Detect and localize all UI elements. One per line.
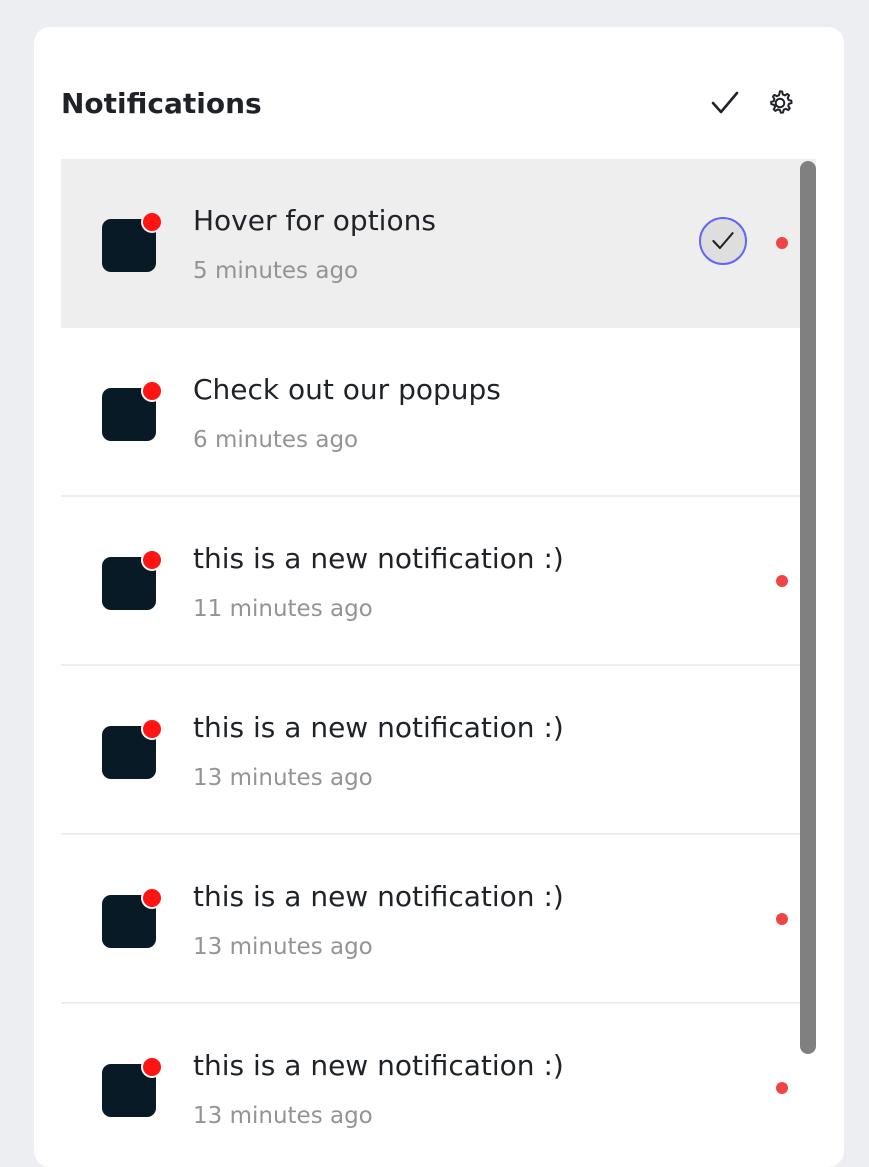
notification-time: 13 minutes ago [193,934,373,960]
avatar [102,887,163,948]
unread-dot [776,575,788,587]
notification-item[interactable]: Hover for options 5 minutes ago [61,159,816,328]
gear-icon [770,90,793,114]
notification-title: Hover for options [193,204,436,237]
panel-header: Notifications [61,85,821,125]
check-icon [711,91,739,114]
notification-item[interactable]: this is a new notification :) 11 minutes… [61,497,816,666]
notification-title: this is a new notification :) [193,1049,564,1082]
check-icon [712,232,734,250]
avatar [102,380,163,441]
avatar-badge [141,549,163,571]
notifications-panel: Notifications Hover for options 5 minute… [34,27,844,1167]
scrollbar-thumb[interactable] [800,161,816,1054]
avatar [102,1056,163,1117]
settings-button[interactable] [762,85,798,121]
notification-time: 6 minutes ago [193,427,359,453]
notification-time: 11 minutes ago [193,596,373,622]
avatar [102,211,163,272]
notification-title: this is a new notification :) [193,880,564,913]
avatar-badge [141,718,163,740]
notification-item[interactable]: this is a new notification :) 13 minutes… [61,835,816,1004]
notification-list[interactable]: Hover for options 5 minutes ago Check ou… [61,159,816,1167]
notification-title: this is a new notification :) [193,542,564,575]
avatar [102,549,163,610]
unread-dot [776,913,788,925]
notification-item[interactable]: Check out our popups 6 minutes ago [61,328,816,497]
avatar-badge [141,887,163,909]
notification-time: 13 minutes ago [193,765,373,791]
panel-title: Notifications [61,87,262,120]
avatar [102,718,163,779]
notification-title: Check out our popups [193,373,501,406]
notification-time: 13 minutes ago [193,1103,373,1129]
unread-dot [776,1082,788,1094]
notification-item[interactable]: this is a new notification :) 13 minutes… [61,666,816,835]
mark-read-button[interactable] [699,217,747,265]
avatar-badge [141,211,163,233]
mark-all-read-button[interactable] [707,85,743,121]
notification-title: this is a new notification :) [193,711,564,744]
avatar-badge [141,1056,163,1078]
avatar-badge [141,380,163,402]
notification-item[interactable]: this is a new notification :) 13 minutes… [61,1004,816,1167]
notification-time: 5 minutes ago [193,258,359,284]
unread-dot [776,237,788,249]
